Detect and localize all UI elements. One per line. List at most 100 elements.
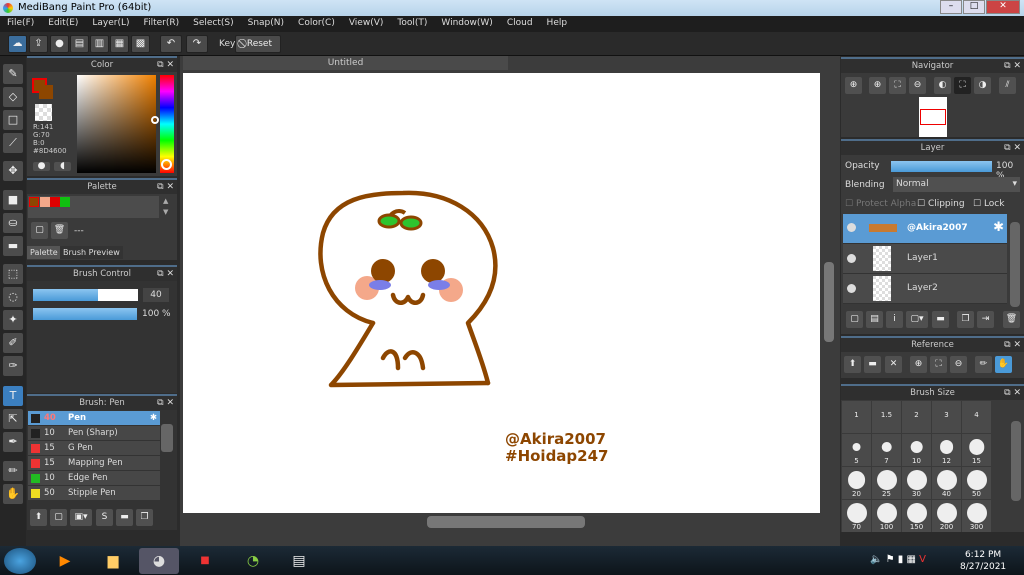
layer-row-layer2[interactable]: Layer2 xyxy=(843,274,1007,304)
folder-icon[interactable]: ▬ xyxy=(116,509,133,526)
brush-size-option[interactable]: 300 xyxy=(962,500,991,532)
visibility-icon[interactable] xyxy=(847,284,856,293)
menu-layer[interactable]: Layer(L) xyxy=(85,16,136,32)
close-button[interactable]: ✕ xyxy=(986,0,1020,14)
visibility-icon[interactable] xyxy=(847,223,856,232)
brush-size-option[interactable]: 12 xyxy=(932,434,961,466)
eyedropper-icon[interactable]: ✏ xyxy=(975,356,992,373)
text-tool-icon[interactable]: T xyxy=(3,386,23,406)
color-mode-icon[interactable]: ● xyxy=(33,162,50,171)
brush-size-option[interactable]: 1 xyxy=(842,401,871,433)
close-icon[interactable]: ⧉ ✕ xyxy=(1004,141,1021,155)
visibility-icon[interactable] xyxy=(847,254,856,263)
menu-file[interactable]: File(F) xyxy=(0,16,41,32)
transparent-color-swatch[interactable] xyxy=(35,104,52,121)
fit-icon[interactable]: ⛶ xyxy=(930,356,947,373)
brush-size-option[interactable]: 200 xyxy=(932,500,961,532)
menu-tool[interactable]: Tool(T) xyxy=(390,16,434,32)
color-picker-handle[interactable] xyxy=(151,116,159,124)
brush-item-mapping-pen[interactable]: 15 Mapping Pen xyxy=(28,456,160,471)
eraser-tool-icon[interactable]: ◇ xyxy=(3,87,23,107)
tab-brush-preview[interactable]: Brush Preview xyxy=(60,246,123,259)
browser-taskbar-icon[interactable]: ◔ xyxy=(233,548,273,574)
horizontal-scrollbar[interactable] xyxy=(427,516,585,528)
layer-opacity-slider[interactable] xyxy=(891,161,992,172)
cloud-icon[interactable]: ☁ xyxy=(8,35,27,53)
brush-list-scrollbar[interactable] xyxy=(161,424,173,452)
duplicate-icon[interactable]: ❐ xyxy=(136,509,153,526)
layer-list-scrollbar[interactable] xyxy=(1010,222,1020,307)
close-icon[interactable]: ⧉ ✕ xyxy=(157,58,174,72)
brush-size-option[interactable]: 2 xyxy=(902,401,931,433)
brush-size-option[interactable]: 100 xyxy=(872,500,901,532)
brush-item-g-pen[interactable]: 15 G Pen xyxy=(28,441,160,456)
palette-scrollbar[interactable]: ▲ ▼ xyxy=(163,196,173,218)
brush-size-option[interactable]: 150 xyxy=(902,500,931,532)
add-brush-menu-icon[interactable]: ▣▾ xyxy=(70,509,92,526)
undo-icon[interactable]: ↶ xyxy=(160,35,182,53)
brush-size-value[interactable]: 40 xyxy=(143,288,169,302)
brush-size-option[interactable]: 5 xyxy=(842,434,871,466)
brush-item-pen[interactable]: 40 Pen ✱ xyxy=(28,411,160,426)
minimize-button[interactable]: – xyxy=(940,0,962,14)
bucket-tool-icon[interactable]: ⛀ xyxy=(3,213,23,233)
delete-layer-icon[interactable]: 🗑 xyxy=(1003,311,1020,328)
share-icon[interactable]: ⇪ xyxy=(29,35,48,53)
move-tool-icon[interactable]: ✥ xyxy=(3,161,23,181)
new-layer-icon[interactable]: ▢ xyxy=(846,311,863,328)
brush-size-option[interactable]: 4 xyxy=(962,401,991,433)
zoom-out-icon[interactable]: ⊖ xyxy=(909,77,926,94)
brush-size-option[interactable]: 10 xyxy=(902,434,931,466)
lock-checkbox[interactable]: ☐ Lock xyxy=(973,199,1004,209)
navigator-preview[interactable] xyxy=(919,97,947,137)
brush-size-option[interactable]: 25 xyxy=(872,467,901,499)
document-taskbar-icon[interactable]: ▤ xyxy=(279,548,319,574)
rotate-right-icon[interactable]: ◑ xyxy=(974,77,991,94)
brush-tool-icon[interactable]: ✎ xyxy=(3,64,23,84)
new-palette-icon[interactable]: ▢ xyxy=(31,222,48,239)
document-icon[interactable]: ▥ xyxy=(90,35,109,53)
close-icon[interactable]: ⧉ ✕ xyxy=(157,267,174,281)
brush-item-edge-pen[interactable]: 10 Edge Pen xyxy=(28,471,160,486)
reset-button[interactable]: ⃠ Reset xyxy=(235,35,281,53)
eyedropper-tool-icon[interactable]: ✏ xyxy=(3,461,23,481)
dot-line-tool-icon[interactable]: ⟋ xyxy=(3,133,23,153)
gradient-tool-icon[interactable]: ▬ xyxy=(3,236,23,256)
layer-folder-icon[interactable]: ▬ xyxy=(932,311,949,328)
menu-edit[interactable]: Edit(E) xyxy=(41,16,85,32)
close-icon[interactable]: ⧉ ✕ xyxy=(1004,338,1021,352)
zoom-actual-icon[interactable]: ⊕ xyxy=(845,77,862,94)
menu-select[interactable]: Select(S) xyxy=(186,16,241,32)
saturation-value-picker[interactable] xyxy=(77,75,159,173)
brush-size-option[interactable]: 3 xyxy=(932,401,961,433)
clock[interactable]: 6:12 PM 8/27/2021 xyxy=(960,549,1006,573)
palette-swatch[interactable] xyxy=(60,197,70,207)
brush-size-slider[interactable] xyxy=(33,289,138,301)
flip-icon[interactable]: ⫽ xyxy=(999,77,1016,94)
clipping-checkbox[interactable]: ☐ Clipping xyxy=(917,199,965,209)
brush-size-option[interactable]: 1.5 xyxy=(872,401,901,433)
media-player-icon[interactable]: ▶ xyxy=(45,548,85,574)
lasso-tool-icon[interactable]: ◌ xyxy=(3,287,23,307)
blending-select[interactable]: Normal ▾ xyxy=(893,177,1020,192)
select-tool-icon[interactable]: ⬚ xyxy=(3,264,23,284)
fill-rect-tool-icon[interactable]: ■ xyxy=(3,190,23,210)
operation-tool-icon[interactable]: ⇱ xyxy=(3,409,23,429)
maximize-button[interactable]: □ xyxy=(963,0,985,14)
vertical-scrollbar[interactable] xyxy=(824,262,834,342)
menu-window[interactable]: Window(W) xyxy=(434,16,499,32)
rectangle-tool-icon[interactable]: □ xyxy=(3,110,23,130)
rotate-left-icon[interactable]: ◐ xyxy=(934,77,951,94)
file-explorer-icon[interactable]: ▆ xyxy=(93,548,133,574)
hue-slider[interactable] xyxy=(160,75,174,173)
open-folder-icon[interactable]: ▬ xyxy=(864,356,881,373)
layer-row-akira2007[interactable]: @Akira2007 ✱ xyxy=(843,214,1007,244)
script-brush-icon[interactable]: S xyxy=(96,509,113,526)
comment-icon[interactable]: ● xyxy=(50,35,69,53)
close-icon[interactable]: ⧉ ✕ xyxy=(1004,59,1021,73)
start-button[interactable] xyxy=(4,548,36,574)
gear-icon[interactable]: ✱ xyxy=(993,220,1004,235)
tray-icons[interactable]: 🔈 ⚑ ▮ ▦ V xyxy=(870,554,926,565)
menu-filter[interactable]: Filter(R) xyxy=(137,16,187,32)
hand-tool-icon[interactable]: ✋ xyxy=(3,484,23,504)
